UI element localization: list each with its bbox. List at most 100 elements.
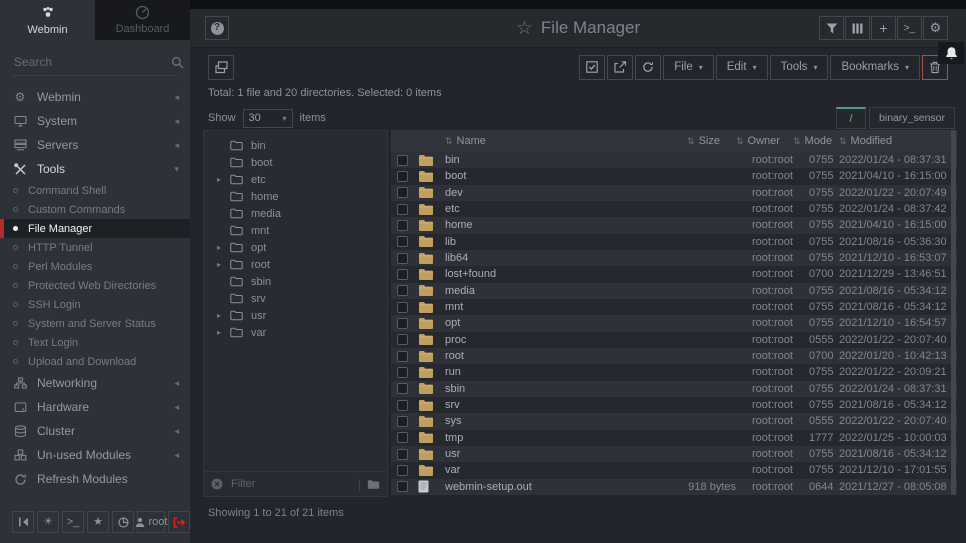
file-name-link[interactable]: opt bbox=[445, 317, 640, 329]
table-row[interactable]: home root:root 0755 2021/04/10 - 16:15:0… bbox=[391, 217, 957, 233]
table-row[interactable]: tmp root:root 1777 2022/01/25 - 10:00:03 bbox=[391, 430, 957, 446]
tree-filter-input[interactable] bbox=[229, 477, 352, 491]
submenu-item[interactable]: Text Login bbox=[0, 333, 190, 352]
row-checkbox[interactable] bbox=[397, 351, 408, 362]
tree-folder[interactable]: ▸ opt bbox=[204, 239, 387, 256]
table-row[interactable]: mnt root:root 0755 2021/08/16 - 05:34:12 bbox=[391, 299, 957, 315]
table-row[interactable]: etc root:root 0755 2022/01/24 - 08:37:42 bbox=[391, 201, 957, 217]
table-row[interactable]: lib64 root:root 0755 2021/12/10 - 16:53:… bbox=[391, 250, 957, 266]
tree-folder[interactable]: ▸ mnt bbox=[204, 222, 387, 239]
tree-folder[interactable]: ▸ home bbox=[204, 188, 387, 205]
row-checkbox[interactable] bbox=[397, 155, 408, 166]
row-checkbox[interactable] bbox=[397, 449, 408, 460]
table-row[interactable]: lost+found root:root 0700 2021/12/29 - 1… bbox=[391, 266, 957, 282]
row-checkbox[interactable] bbox=[397, 285, 408, 296]
table-row[interactable]: sbin root:root 0755 2022/01/24 - 08:37:3… bbox=[391, 381, 957, 397]
row-checkbox[interactable] bbox=[397, 220, 408, 231]
column-header-mode[interactable]: ⇅ Mode bbox=[793, 135, 839, 147]
table-row[interactable]: usr root:root 0755 2021/08/16 - 05:34:12 bbox=[391, 446, 957, 462]
row-checkbox[interactable] bbox=[397, 269, 408, 280]
tree-folder[interactable]: ▸ etc bbox=[204, 171, 387, 188]
table-row[interactable]: lib root:root 0755 2021/08/16 - 05:36:30 bbox=[391, 234, 957, 250]
tree-folder[interactable]: ▸ usr bbox=[204, 307, 387, 324]
table-row[interactable]: proc root:root 0555 2022/01/22 - 20:07:4… bbox=[391, 332, 957, 348]
row-checkbox[interactable] bbox=[397, 318, 408, 329]
user-button[interactable]: root bbox=[137, 511, 165, 533]
row-checkbox[interactable] bbox=[397, 416, 408, 427]
sidebar-item-tools[interactable]: Tools ▾ bbox=[0, 157, 190, 181]
row-checkbox[interactable] bbox=[397, 187, 408, 198]
row-checkbox[interactable] bbox=[397, 383, 408, 394]
file-name-link[interactable]: var bbox=[445, 464, 640, 476]
submenu-item[interactable]: Custom Commands bbox=[0, 200, 190, 219]
select-all-button[interactable] bbox=[579, 55, 605, 80]
tree-folder[interactable]: ▸ srv bbox=[204, 290, 387, 307]
file-name-link[interactable]: lib bbox=[445, 236, 640, 248]
file-name-link[interactable]: boot bbox=[445, 170, 640, 182]
table-row[interactable]: var root:root 0755 2021/12/10 - 17:01:55 bbox=[391, 462, 957, 478]
submenu-item[interactable]: File Manager bbox=[0, 219, 190, 238]
tree-folder[interactable]: ▸ root bbox=[204, 256, 387, 273]
shell-button[interactable]: >_ bbox=[62, 511, 84, 533]
search-icon[interactable] bbox=[171, 56, 184, 69]
tab-webmin[interactable]: Webmin bbox=[0, 0, 95, 40]
tree-folder[interactable]: ▸ var bbox=[204, 324, 387, 341]
edit-menu-button[interactable]: Edit ▾ bbox=[716, 55, 768, 80]
table-row[interactable]: boot root:root 0755 2021/04/10 - 16:15:0… bbox=[391, 168, 957, 184]
column-header-size[interactable]: ⇅ Size bbox=[624, 135, 720, 147]
submenu-item[interactable]: Upload and Download bbox=[0, 352, 190, 371]
sidebar-item-system[interactable]: System ◂ bbox=[0, 109, 190, 133]
expand-caret-icon[interactable]: ▸ bbox=[217, 243, 230, 252]
paste-buffer-button[interactable] bbox=[208, 55, 234, 80]
collapse-sidebar-button[interactable] bbox=[12, 511, 34, 533]
row-checkbox[interactable] bbox=[397, 171, 408, 182]
file-name-link[interactable]: root bbox=[445, 350, 640, 362]
filter-button[interactable] bbox=[819, 16, 844, 40]
terminal-button[interactable]: >_ bbox=[897, 16, 922, 40]
row-checkbox[interactable] bbox=[397, 204, 408, 215]
file-name-link[interactable]: bin bbox=[445, 154, 640, 166]
file-name-link[interactable]: etc bbox=[445, 203, 640, 215]
expand-caret-icon[interactable]: ▸ bbox=[217, 311, 230, 320]
tree-folder[interactable]: ▸ boot bbox=[204, 154, 387, 171]
sidebar-item-webmin[interactable]: ⚙ Webmin ◂ bbox=[0, 85, 190, 109]
tree-folder[interactable]: ▸ bin bbox=[204, 137, 387, 154]
stats-button[interactable] bbox=[112, 511, 134, 533]
add-button[interactable]: + bbox=[871, 16, 896, 40]
file-name-link[interactable]: sys bbox=[445, 415, 640, 427]
notifications-tab[interactable] bbox=[938, 42, 964, 64]
file-name-link[interactable]: home bbox=[445, 219, 640, 231]
table-row[interactable]: opt root:root 0755 2021/12/10 - 16:54:57 bbox=[391, 315, 957, 331]
tree-folder[interactable]: ▸ sbin bbox=[204, 273, 387, 290]
file-name-link[interactable]: tmp bbox=[445, 432, 640, 444]
bookmarks-menu-button[interactable]: Bookmarks ▾ bbox=[830, 55, 920, 80]
file-name-link[interactable]: srv bbox=[445, 399, 640, 411]
file-name-link[interactable]: webmin-setup.out bbox=[445, 481, 640, 493]
breadcrumb-root[interactable]: / bbox=[836, 107, 866, 129]
page-size-select[interactable]: 30 ▾ bbox=[243, 109, 293, 128]
sidebar-item-cluster[interactable]: Cluster ◂ bbox=[0, 419, 190, 443]
row-checkbox[interactable] bbox=[397, 432, 408, 443]
file-name-link[interactable]: media bbox=[445, 285, 640, 297]
file-name-link[interactable]: run bbox=[445, 366, 640, 378]
tab-dashboard[interactable]: Dashboard bbox=[95, 0, 190, 40]
expand-caret-icon[interactable]: ▸ bbox=[217, 260, 230, 269]
row-checkbox[interactable] bbox=[397, 253, 408, 264]
share-button[interactable] bbox=[607, 55, 633, 80]
sidebar-item-servers[interactable]: Servers ◂ bbox=[0, 133, 190, 157]
row-checkbox[interactable] bbox=[397, 236, 408, 247]
file-name-link[interactable]: proc bbox=[445, 334, 640, 346]
tools-menu-button[interactable]: Tools ▾ bbox=[770, 55, 829, 80]
sidebar-item-hardware[interactable]: Hardware ◂ bbox=[0, 395, 190, 419]
row-checkbox[interactable] bbox=[397, 465, 408, 476]
submenu-item[interactable]: Perl Modules bbox=[0, 257, 190, 276]
goto-folder-icon[interactable] bbox=[367, 479, 380, 490]
submenu-item[interactable]: System and Server Status bbox=[0, 314, 190, 333]
row-checkbox[interactable] bbox=[397, 334, 408, 345]
file-name-link[interactable]: dev bbox=[445, 187, 640, 199]
row-checkbox[interactable] bbox=[397, 481, 408, 492]
table-row[interactable]: srv root:root 0755 2021/08/16 - 05:34:12 bbox=[391, 397, 957, 413]
breadcrumb-segment[interactable]: binary_sensor bbox=[869, 107, 955, 129]
file-name-link[interactable]: lost+found bbox=[445, 268, 640, 280]
table-row[interactable]: media root:root 0755 2021/08/16 - 05:34:… bbox=[391, 283, 957, 299]
